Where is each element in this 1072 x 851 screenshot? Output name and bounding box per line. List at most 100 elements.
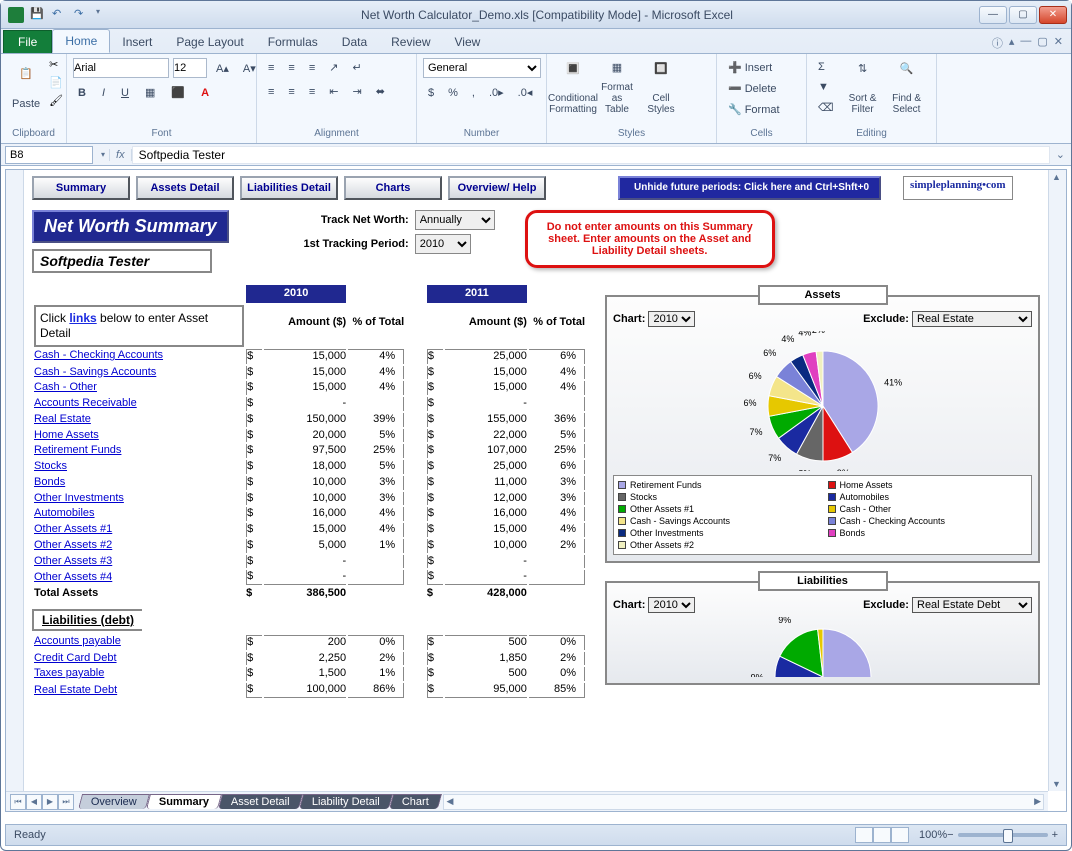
name-box[interactable]: [5, 146, 93, 164]
close-button[interactable]: ✕: [1039, 6, 1067, 24]
undo-icon[interactable]: ↶: [52, 7, 68, 23]
nav-overview-button[interactable]: Overview/ Help: [448, 176, 546, 200]
italic-button[interactable]: I: [97, 83, 110, 102]
asset-link[interactable]: Real Estate: [34, 413, 244, 427]
help-icon[interactable]: ⓘ: [992, 35, 1003, 51]
asset-link[interactable]: Accounts Receivable: [34, 397, 244, 411]
asset-link[interactable]: Retirement Funds: [34, 444, 244, 458]
format-cell-button[interactable]: 🔧 Format: [723, 100, 785, 119]
find-select-button[interactable]: 🔍Find & Select: [887, 58, 927, 118]
tab-view[interactable]: View: [443, 31, 493, 53]
asset-link[interactable]: Cash - Savings Accounts: [34, 366, 244, 380]
format-as-table-button[interactable]: ▦Format as Table: [597, 58, 637, 118]
align-left-icon[interactable]: ≡: [263, 82, 279, 101]
liab-chart-year-select[interactable]: 2010: [648, 597, 695, 613]
tab-review[interactable]: Review: [379, 31, 442, 53]
tab-nav-last-icon[interactable]: ⏭: [58, 794, 74, 810]
period-select[interactable]: 2010: [415, 234, 471, 254]
delete-cell-button[interactable]: ➖ Delete: [723, 79, 782, 98]
conditional-formatting-button[interactable]: 🔳Conditional Formatting: [553, 58, 593, 118]
assets-chart-year-select[interactable]: 2010: [648, 311, 695, 327]
unhide-hint[interactable]: Unhide future periods: Click here and Ct…: [618, 176, 881, 200]
redo-icon[interactable]: ↷: [74, 7, 90, 23]
bold-button[interactable]: B: [73, 83, 91, 102]
comma-icon[interactable]: ,: [467, 83, 480, 102]
asset-link[interactable]: Other Assets #2: [34, 539, 244, 553]
autosum-icon[interactable]: Σ: [813, 58, 839, 76]
formula-expand-icon[interactable]: ⌄: [1050, 148, 1071, 161]
asset-link[interactable]: Other Investments: [34, 492, 244, 506]
asset-link[interactable]: Bonds: [34, 476, 244, 490]
maximize-button[interactable]: ▢: [1009, 6, 1037, 24]
sheet-tab-overview[interactable]: Overview: [78, 794, 150, 809]
asset-link[interactable]: Credit Card Debt: [34, 652, 244, 666]
align-right-icon[interactable]: ≡: [304, 82, 320, 101]
nav-summary-button[interactable]: Summary: [32, 176, 130, 200]
liab-exclude-select[interactable]: Real Estate Debt: [912, 597, 1032, 613]
user-name-field[interactable]: Softpedia Tester: [32, 249, 212, 273]
indent-dec-icon[interactable]: ⇤: [324, 82, 343, 101]
asset-link[interactable]: Other Assets #3: [34, 555, 244, 569]
merge-icon[interactable]: ⬌: [371, 82, 390, 101]
fill-icon[interactable]: ▼: [813, 78, 839, 96]
currency-icon[interactable]: $: [423, 83, 439, 102]
nav-charts-button[interactable]: Charts: [344, 176, 442, 200]
sheet-tab-liability-detail[interactable]: Liability Detail: [299, 794, 393, 809]
asset-link[interactable]: Real Estate Debt: [34, 683, 244, 698]
worksheet-content[interactable]: Summary Assets Detail Liabilities Detail…: [24, 170, 1048, 791]
orientation-icon[interactable]: ↗: [324, 58, 343, 77]
zoom-in-button[interactable]: +: [1052, 829, 1058, 841]
tab-nav-next-icon[interactable]: ▶: [42, 794, 58, 810]
vertical-scrollbar[interactable]: [1048, 170, 1066, 791]
file-tab[interactable]: File: [3, 30, 52, 53]
sheet-tab-asset-detail[interactable]: Asset Detail: [218, 794, 303, 809]
asset-link[interactable]: Accounts payable: [34, 635, 244, 650]
sheet-tab-chart[interactable]: Chart: [389, 794, 442, 809]
qat-dropdown-icon[interactable]: ▾: [96, 7, 112, 23]
decrease-decimal-icon[interactable]: .0◂: [513, 83, 538, 102]
tab-nav-prev-icon[interactable]: ◀: [26, 794, 42, 810]
asset-link[interactable]: Cash - Other: [34, 381, 244, 395]
number-format-select[interactable]: General: [423, 58, 541, 78]
zoom-level[interactable]: 100%: [919, 829, 947, 841]
wrap-text-icon[interactable]: ↵: [347, 58, 366, 77]
view-normal-icon[interactable]: [855, 827, 873, 843]
zoom-out-button[interactable]: −: [947, 829, 953, 841]
ribbon-min-icon[interactable]: ▴: [1009, 35, 1015, 48]
align-top-icon[interactable]: ≡: [263, 58, 279, 77]
doc-restore-icon[interactable]: ▢: [1037, 35, 1047, 48]
font-color-button[interactable]: A: [196, 83, 214, 102]
align-mid-icon[interactable]: ≡: [283, 58, 299, 77]
horizontal-scrollbar[interactable]: [443, 794, 1044, 810]
font-name-input[interactable]: [73, 58, 169, 78]
tab-formulas[interactable]: Formulas: [256, 31, 330, 53]
view-page-layout-icon[interactable]: [873, 827, 891, 843]
tab-home[interactable]: Home: [52, 29, 110, 53]
doc-close-icon[interactable]: ✕: [1054, 35, 1063, 48]
fx-label[interactable]: fx: [109, 149, 132, 161]
tab-nav-first-icon[interactable]: ⏮: [10, 794, 26, 810]
tab-data[interactable]: Data: [330, 31, 379, 53]
links-link[interactable]: links: [69, 311, 96, 325]
increase-decimal-icon[interactable]: .0▸: [484, 83, 509, 102]
font-size-input[interactable]: [173, 58, 207, 78]
zoom-slider[interactable]: [958, 833, 1048, 837]
copy-icon[interactable]: 📄: [49, 76, 65, 92]
nav-assets-detail-button[interactable]: Assets Detail: [136, 176, 234, 200]
row-headers[interactable]: [6, 170, 24, 791]
asset-link[interactable]: Other Assets #1: [34, 523, 244, 537]
asset-link[interactable]: Automobiles: [34, 507, 244, 521]
save-icon[interactable]: 💾: [30, 7, 46, 23]
align-bot-icon[interactable]: ≡: [304, 58, 320, 77]
cut-icon[interactable]: ✂: [49, 58, 65, 74]
sort-filter-button[interactable]: ⇅Sort & Filter: [843, 58, 883, 118]
nav-liabilities-detail-button[interactable]: Liabilities Detail: [240, 176, 338, 200]
fill-color-button[interactable]: ⬛: [166, 83, 190, 102]
align-center-icon[interactable]: ≡: [283, 82, 299, 101]
asset-link[interactable]: Home Assets: [34, 429, 244, 443]
cell-styles-button[interactable]: 🔲Cell Styles: [641, 58, 681, 118]
minimize-button[interactable]: —: [979, 6, 1007, 24]
asset-link[interactable]: Stocks: [34, 460, 244, 474]
tab-insert[interactable]: Insert: [110, 31, 164, 53]
underline-button[interactable]: U: [116, 83, 134, 102]
